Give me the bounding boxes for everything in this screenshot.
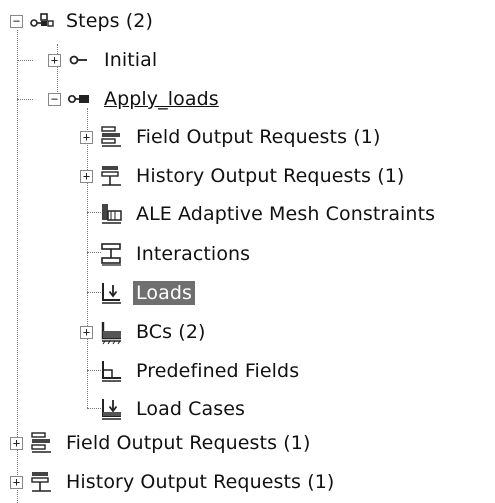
no-toggle-spacer [80,248,93,261]
loads-icon [102,283,121,304]
tree-node-label: Field Output Requests (1) [136,126,381,148]
tree-node-label: History Output Requests (1) [136,165,405,187]
bcs-icon [101,322,121,345]
no-toggle-spacer [80,208,93,221]
tree-node-label: Load Cases [136,398,246,420]
steps-icon [30,13,54,27]
tree-node-root-field-output-requests[interactable]: + Field Output Requests (1) [10,426,313,460]
load-cases-icon [102,399,121,420]
collapse-toggle[interactable]: − [10,14,23,28]
apply-loads-step-icon [67,94,89,104]
tree-node-label: Interactions [136,243,251,265]
field-output-icon [31,432,51,453]
expand-toggle[interactable]: + [80,325,93,339]
model-tree: − Steps (2) + Initial − Apply_loads + Fi… [0,0,495,503]
expand-toggle[interactable]: + [48,53,61,67]
tree-node-interactions[interactable]: Interactions [80,237,253,271]
tree-node-steps[interactable]: − Steps (2) [10,4,156,38]
expand-toggle[interactable]: + [80,130,93,144]
tree-node-initial[interactable]: + Initial [48,43,160,77]
expand-toggle[interactable]: + [80,169,93,183]
expand-toggle[interactable]: + [10,436,23,450]
tree-node-predefined-fields[interactable]: Predefined Fields [80,354,302,388]
tree-node-label: ALE Adaptive Mesh Constraints [136,203,436,225]
tree-node-root-history-output-requests[interactable]: + History Output Requests (1) [10,465,337,499]
tree-node-bcs[interactable]: + BCs (2) [80,315,209,349]
field-output-icon [101,126,121,147]
no-toggle-spacer [80,287,93,300]
tree-node-label: History Output Requests (1) [66,471,335,493]
no-toggle-spacer [80,403,93,416]
tree-node-label: Loads [133,281,195,305]
no-toggle-spacer [80,365,93,378]
collapse-toggle[interactable]: − [48,92,61,106]
tree-node-label: BCs (2) [136,321,206,343]
tree-node-label: Predefined Fields [136,360,300,382]
tree-node-label: Initial [104,49,158,71]
tree-connector [17,60,33,61]
tree-node-loads[interactable]: Loads [80,276,195,310]
interactions-icon [101,243,121,266]
ale-constraints-icon [102,204,122,224]
tree-node-label: Steps (2) [66,10,154,32]
tree-connector [17,99,33,100]
tree-node-apply-loads[interactable]: − Apply_loads [48,82,222,116]
tree-node-label: Field Output Requests (1) [66,432,311,454]
predefined-fields-icon [102,361,121,382]
tree-node-load-cases[interactable]: Load Cases [80,392,248,426]
tree-node-field-output-requests[interactable]: + Field Output Requests (1) [80,120,383,154]
history-output-icon [31,472,51,492]
tree-node-ale-constraints[interactable]: ALE Adaptive Mesh Constraints [80,197,438,231]
expand-toggle[interactable]: + [10,475,23,489]
tree-node-history-output-requests[interactable]: + History Output Requests (1) [80,159,407,193]
history-output-icon [101,166,121,186]
initial-step-icon [69,55,87,65]
tree-node-label: Apply_loads [104,88,219,110]
